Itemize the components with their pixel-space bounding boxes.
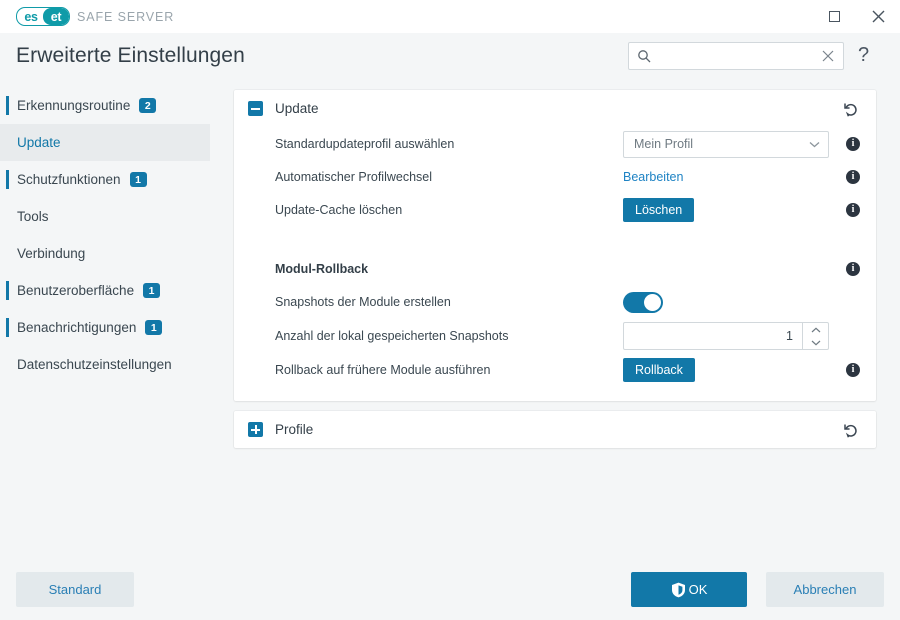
ok-button[interactable]: OK bbox=[631, 572, 747, 607]
sidebar-item-label: Update bbox=[17, 135, 61, 150]
row-clear-cache: Update-Cache löschen Löschen i bbox=[234, 193, 876, 227]
edit-auto-profile-link[interactable]: Bearbeiten bbox=[623, 170, 683, 184]
shield-icon bbox=[671, 582, 686, 598]
search-box[interactable] bbox=[628, 42, 844, 70]
row-default-profile: Standardupdateprofil auswählen Mein Prof… bbox=[234, 127, 876, 161]
sidebar-item-benutzeroberfl-che[interactable]: Benutzeroberfläche 1 bbox=[0, 272, 210, 309]
sidebar-item-label: Schutzfunktionen bbox=[17, 172, 121, 187]
sidebar-nav: Erkennungsroutine 2 Update Schutzfunktionen… bbox=[0, 84, 210, 559]
sidebar-item-badge: 2 bbox=[139, 98, 156, 113]
info-icon-auto-profile-switch[interactable]: i bbox=[846, 170, 860, 184]
close-button[interactable] bbox=[856, 0, 900, 33]
panel-update-body: Standardupdateprofil auswählen Mein Prof… bbox=[234, 127, 876, 401]
eset-logo-left: es bbox=[17, 8, 43, 25]
clear-cache-button[interactable]: Löschen bbox=[623, 198, 694, 222]
sidebar-item-label: Benutzeroberfläche bbox=[17, 283, 134, 298]
sidebar-item-badge: 1 bbox=[143, 283, 160, 298]
sidebar-item-label: Erkennungsroutine bbox=[17, 98, 130, 113]
standard-button[interactable]: Standard bbox=[16, 572, 134, 607]
panel-profile-title: Profile bbox=[275, 422, 313, 437]
search-input[interactable] bbox=[651, 49, 822, 63]
stepper-down-button[interactable] bbox=[803, 336, 828, 349]
reset-update-button[interactable] bbox=[840, 99, 860, 119]
search-icon bbox=[637, 49, 651, 63]
sidebar-item-accent-bar bbox=[6, 318, 9, 337]
chevron-down-icon bbox=[811, 340, 821, 346]
eset-logo-right: et bbox=[43, 8, 69, 25]
row-auto-profile-switch: Automatischer Profilwechsel Bearbeiten i bbox=[234, 161, 876, 193]
default-profile-value: Mein Profil bbox=[634, 137, 809, 151]
chevron-up-icon bbox=[811, 327, 821, 333]
row-rollback-heading: Modul-Rollback i bbox=[234, 253, 876, 285]
snapshot-count-input[interactable] bbox=[624, 323, 802, 349]
toggle-knob bbox=[644, 294, 661, 311]
row-create-snapshots-label: Snapshots der Module erstellen bbox=[275, 295, 860, 309]
eset-logo-icon: es et ® bbox=[16, 7, 70, 26]
sidebar-item-badge: 1 bbox=[145, 320, 162, 335]
settings-content: Update Standardupdateprofil auswählen Me… bbox=[210, 84, 900, 559]
row-snapshot-count: Anzahl der lokal gespeicherten Snapshots bbox=[234, 319, 876, 353]
stepper-up-button[interactable] bbox=[803, 323, 828, 336]
product-name-label: SAFE SERVER bbox=[77, 10, 174, 24]
sidebar-item-label: Verbindung bbox=[17, 246, 85, 261]
dialog-footer: Standard OK Abbrechen bbox=[0, 559, 900, 620]
snapshot-count-stepper[interactable] bbox=[623, 322, 829, 350]
sidebar-item-erkennungsroutine[interactable]: Erkennungsroutine 2 bbox=[0, 87, 210, 124]
sidebar-item-verbindung[interactable]: Verbindung bbox=[0, 235, 210, 272]
info-icon-rollback-section[interactable]: i bbox=[846, 262, 860, 276]
page-header: Erweiterte Einstellungen ? bbox=[0, 33, 900, 84]
sidebar-item-badge: 1 bbox=[130, 172, 147, 187]
reset-profile-button[interactable] bbox=[840, 420, 860, 440]
sidebar-item-tools[interactable]: Tools bbox=[0, 198, 210, 235]
sidebar-item-accent-bar bbox=[6, 281, 9, 300]
panel-update-title: Update bbox=[275, 101, 319, 116]
row-run-rollback-label: Rollback auf frühere Module ausführen bbox=[275, 363, 860, 377]
panel-update-header[interactable]: Update bbox=[234, 90, 876, 127]
info-icon-default-profile[interactable]: i bbox=[846, 137, 860, 151]
panel-profile: Profile bbox=[234, 411, 876, 448]
clear-search-icon[interactable] bbox=[822, 50, 834, 62]
sidebar-item-benachrichtigungen[interactable]: Benachrichtigungen 1 bbox=[0, 309, 210, 346]
sidebar-item-label: Benachrichtigungen bbox=[17, 320, 136, 335]
maximize-button[interactable] bbox=[812, 0, 856, 33]
row-run-rollback: Rollback auf frühere Module ausführen Ro… bbox=[234, 353, 876, 387]
info-icon-run-rollback[interactable]: i bbox=[846, 363, 860, 377]
chevron-down-icon bbox=[809, 141, 820, 148]
row-auto-profile-switch-label: Automatischer Profilwechsel bbox=[275, 170, 860, 184]
ok-button-label: OK bbox=[689, 582, 708, 597]
page-title: Erweiterte Einstellungen bbox=[16, 44, 245, 68]
sidebar-item-update[interactable]: Update bbox=[0, 124, 210, 161]
sidebar-item-label: Tools bbox=[17, 209, 49, 224]
maximize-icon bbox=[829, 11, 840, 22]
brand-logo-group: es et ® SAFE SERVER bbox=[16, 7, 174, 26]
sidebar-item-schutzfunktionen[interactable]: Schutzfunktionen 1 bbox=[0, 161, 210, 198]
info-icon-clear-cache[interactable]: i bbox=[846, 203, 860, 217]
undo-arrow-icon bbox=[842, 101, 859, 118]
collapse-update-icon[interactable] bbox=[248, 101, 263, 116]
help-button[interactable]: ? bbox=[858, 45, 869, 65]
window-controls bbox=[812, 0, 900, 33]
panel-profile-header[interactable]: Profile bbox=[234, 411, 876, 448]
create-snapshots-toggle[interactable] bbox=[623, 292, 663, 313]
cancel-button[interactable]: Abbrechen bbox=[766, 572, 884, 607]
rollback-section-heading: Modul-Rollback bbox=[275, 262, 860, 276]
undo-arrow-icon bbox=[842, 422, 859, 439]
panel-update: Update Standardupdateprofil auswählen Me… bbox=[234, 90, 876, 401]
sidebar-item-accent-bar bbox=[6, 96, 9, 115]
advanced-settings-window: es et ® SAFE SERVER Erweiterte Einstellu… bbox=[0, 0, 900, 620]
sidebar-item-label: Datenschutzeinstellungen bbox=[17, 357, 172, 372]
default-profile-select[interactable]: Mein Profil bbox=[623, 131, 829, 158]
rollback-button[interactable]: Rollback bbox=[623, 358, 695, 382]
expand-profile-icon[interactable] bbox=[248, 422, 263, 437]
row-create-snapshots: Snapshots der Module erstellen bbox=[234, 285, 876, 319]
window-titlebar: es et ® SAFE SERVER bbox=[0, 0, 900, 33]
close-icon bbox=[872, 10, 885, 23]
row-clear-cache-label: Update-Cache löschen bbox=[275, 203, 860, 217]
sidebar-item-accent-bar bbox=[6, 170, 9, 189]
sidebar-item-datenschutzeinstellungen[interactable]: Datenschutzeinstellungen bbox=[0, 346, 210, 383]
